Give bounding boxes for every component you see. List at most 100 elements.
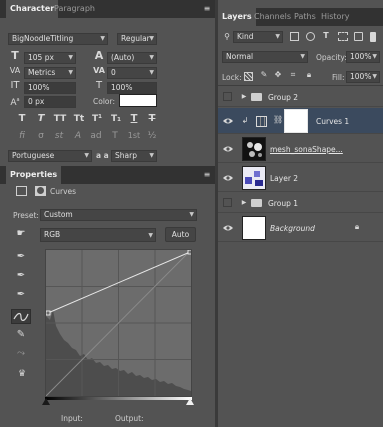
chevron-down-icon: ▼ (68, 69, 73, 76)
layer-row-group-1[interactable]: ▶ Group 1 (218, 193, 383, 213)
lock-all-icon[interactable]: 🔒︎ (304, 70, 314, 80)
layer-row-mesh[interactable]: mesh_sonaShape... (218, 135, 383, 163)
preset-select[interactable]: Custom ▼ (40, 209, 197, 221)
panel-menu-icon[interactable]: ≡ (203, 4, 211, 14)
pixel-filter-icon[interactable] (290, 32, 299, 41)
superscript-button[interactable]: T¹ (90, 114, 104, 124)
tracking-field[interactable]: 0 ▼ (107, 67, 157, 79)
layer-name[interactable]: mesh_sonaShape... (270, 145, 343, 154)
baseline-shift-icon: Aa (10, 97, 20, 108)
eye-icon[interactable] (223, 173, 233, 183)
color-swatch[interactable] (119, 94, 157, 107)
swash-button[interactable]: A (72, 131, 84, 141)
layer-name[interactable]: Group 2 (268, 93, 298, 102)
eye-icon[interactable] (223, 223, 233, 233)
opacity-field[interactable]: 100% ▼ (346, 51, 380, 63)
language-select[interactable]: Portuguese ▼ (8, 150, 92, 162)
layer-thumbnail (242, 137, 266, 161)
blend-mode-select[interactable]: Normal ▼ (222, 51, 308, 63)
curves-adjustment-icon (16, 186, 27, 196)
vertical-scale-field[interactable]: 100% (24, 82, 76, 94)
layer-name[interactable]: Background (270, 224, 315, 233)
blend-mode-value: Normal (226, 52, 254, 61)
strikethrough-button[interactable]: T (146, 114, 158, 124)
clipping-warning-icon[interactable]: ♛ (13, 369, 31, 379)
eye-icon[interactable] (223, 144, 233, 154)
ligatures-button[interactable]: fi (16, 131, 28, 141)
titling-alternates-button[interactable]: T (109, 131, 121, 141)
chevron-down-icon: ▼ (84, 152, 89, 159)
baseline-shift-field[interactable]: 0 px (24, 96, 76, 108)
input-label: Input: (61, 414, 83, 423)
filter-toggle-icon[interactable] (370, 32, 376, 42)
tab-paragraph[interactable]: Paragraph (50, 0, 99, 18)
disclosure-chevron-icon[interactable]: ▶ (240, 92, 248, 102)
adjustment-filter-icon[interactable] (306, 32, 315, 41)
sample-gray-point-icon[interactable]: ✒ (14, 271, 28, 281)
panel-menu-icon[interactable]: ≡ (203, 170, 211, 180)
layer-name[interactable]: Curves 1 (316, 117, 349, 126)
black-point-slider[interactable] (42, 398, 50, 405)
subscript-button[interactable]: T₁ (109, 114, 123, 124)
link-chain-icon[interactable]: ⛓ (273, 115, 283, 125)
tab-paths[interactable]: Paths (290, 8, 320, 26)
layer-name[interactable]: Group 1 (268, 199, 298, 208)
chevron-down-icon: ▼ (148, 232, 153, 239)
antialias-icon: a a (96, 151, 109, 160)
chevron-down-icon: ▼ (372, 53, 377, 60)
all-caps-button[interactable]: TT (53, 114, 67, 124)
layer-mask-icon[interactable] (35, 186, 46, 196)
lock-position-icon[interactable]: ✥ (273, 70, 283, 80)
horizontal-scale-field[interactable]: 100% (107, 82, 157, 94)
vertical-scale-value: 100% (28, 83, 50, 92)
underline-button[interactable]: T (128, 114, 140, 124)
discretionary-ligatures-button[interactable]: st (53, 131, 65, 141)
layer-row-group-2[interactable]: ▶ Group 2 (218, 87, 383, 107)
tab-history[interactable]: History (317, 8, 353, 26)
sample-black-point-icon[interactable]: ✒ (14, 252, 28, 262)
lock-artboard-icon[interactable]: ⌗ (288, 70, 298, 80)
channel-select[interactable]: RGB ▼ (40, 228, 156, 242)
smart-object-filter-icon[interactable] (354, 32, 363, 41)
fractions-button[interactable]: ½ (146, 131, 158, 141)
white-point-slider[interactable] (186, 398, 194, 405)
layer-row-curves-1[interactable]: ↲ ⛓ Curves 1 (218, 108, 383, 134)
kerning-field[interactable]: Metrics ▼ (24, 67, 76, 79)
disclosure-chevron-icon[interactable]: ▶ (240, 198, 248, 208)
eye-icon[interactable] (223, 116, 233, 126)
font-style-select[interactable]: Regular ▼ (117, 33, 157, 45)
font-size-field[interactable]: 105 px ▼ (24, 52, 76, 64)
faux-bold-button[interactable]: T (16, 114, 28, 124)
auto-button[interactable]: Auto (165, 227, 196, 242)
font-family-select[interactable]: BigNoodleTitling ▼ (8, 33, 108, 45)
layer-name[interactable]: Layer 2 (270, 174, 298, 183)
faux-italic-button[interactable]: T (35, 114, 47, 124)
shape-filter-icon[interactable] (338, 32, 348, 41)
visibility-toggle-empty[interactable] (223, 92, 232, 101)
tab-channels[interactable]: Channels (250, 8, 295, 26)
small-caps-button[interactable]: Tt (72, 114, 86, 124)
properties-title[interactable]: Properties (6, 166, 62, 184)
visibility-toggle-empty[interactable] (223, 198, 232, 207)
leading-field[interactable]: (Auto) ▼ (107, 52, 157, 64)
pencil-draw-icon[interactable]: ✎ (14, 330, 28, 340)
curve-point-white[interactable] (187, 249, 193, 255)
filter-kind-select[interactable]: Kind ▼ (233, 31, 283, 43)
edit-points-icon[interactable] (11, 309, 31, 324)
smooth-curve-icon[interactable]: ⤳ (14, 349, 28, 359)
lock-transparent-pixels-icon[interactable] (244, 72, 253, 81)
curve-point-black[interactable] (45, 310, 51, 316)
type-filter-icon[interactable]: T (321, 31, 331, 41)
sample-white-point-icon[interactable]: ✒ (14, 290, 28, 300)
contextual-alternates-button[interactable]: σ (35, 131, 47, 141)
lock-image-pixels-icon[interactable]: ✎ (259, 70, 269, 80)
layer-row-background[interactable]: Background 🔒︎ (218, 214, 383, 242)
curves-graph[interactable] (45, 249, 193, 397)
layer-row-layer-2[interactable]: Layer 2 (218, 164, 383, 192)
antialias-select[interactable]: Sharp ▼ (111, 150, 157, 162)
stylistic-alternates-button[interactable]: ad (90, 131, 102, 141)
fill-field[interactable]: 100% ▼ (346, 71, 380, 83)
on-image-adjust-icon[interactable]: ☛ (13, 229, 29, 239)
ordinals-button[interactable]: 1st (126, 131, 142, 141)
layer-mask-thumbnail[interactable] (284, 109, 308, 133)
